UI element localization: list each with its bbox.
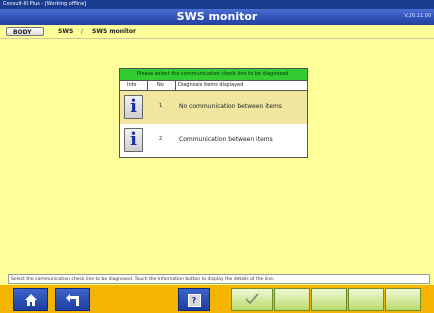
function-button-blank[interactable] bbox=[274, 288, 310, 311]
function-button-blank[interactable] bbox=[311, 288, 347, 311]
row-number: 2 bbox=[159, 136, 163, 142]
home-icon bbox=[24, 294, 37, 306]
table-row[interactable]: i 2 Communication between items bbox=[120, 124, 307, 157]
help-button[interactable]: ? bbox=[178, 288, 210, 311]
table-instruction-header: Please select the communication check li… bbox=[120, 69, 307, 81]
return-icon bbox=[65, 294, 79, 306]
column-header-info: Info bbox=[127, 82, 137, 88]
row-number: 1 bbox=[159, 103, 163, 109]
page-title: SWS monitor bbox=[176, 10, 258, 23]
breadcrumb-body[interactable]: BODY bbox=[6, 27, 44, 36]
breadcrumb-sws-monitor: SWS monitor bbox=[92, 28, 137, 35]
info-icon[interactable]: i bbox=[124, 95, 143, 119]
breadcrumb-separator: / bbox=[81, 28, 84, 35]
window-titlebar: Consult-III Plus - [Working offline] bbox=[0, 0, 434, 9]
help-icon: ? bbox=[187, 294, 201, 307]
function-button-blank[interactable] bbox=[385, 288, 421, 311]
column-header-diagnosis: Diagnosis items displayed bbox=[178, 82, 244, 88]
info-icon[interactable]: i bbox=[124, 128, 143, 152]
table-column-headers: Info No Diagnosis items displayed bbox=[120, 81, 307, 91]
row-description: Communication between items bbox=[179, 136, 273, 143]
screen-header: SWS monitor V.20.11.00 bbox=[0, 9, 434, 25]
return-button[interactable] bbox=[55, 288, 90, 311]
bottom-toolbar: ? bbox=[0, 285, 434, 313]
function-button-blank[interactable] bbox=[348, 288, 384, 311]
breadcrumb-sws[interactable]: SWS bbox=[58, 27, 73, 36]
ok-button[interactable] bbox=[231, 288, 273, 311]
column-header-no: No bbox=[157, 82, 164, 88]
communication-line-table: Please select the communication check li… bbox=[119, 68, 308, 158]
window-titlebar-text: Consult-III Plus - [Working offline] bbox=[3, 1, 87, 7]
row-description: No communication between items bbox=[179, 103, 282, 110]
table-row[interactable]: i 1 No communication between items bbox=[120, 91, 307, 125]
status-message: Select the communication check line to b… bbox=[8, 274, 430, 284]
breadcrumb: BODY SWS / SWS monitor bbox=[0, 25, 434, 39]
version-label: V.20.11.00 bbox=[404, 13, 431, 19]
check-icon bbox=[245, 293, 259, 305]
home-button[interactable] bbox=[13, 288, 48, 311]
